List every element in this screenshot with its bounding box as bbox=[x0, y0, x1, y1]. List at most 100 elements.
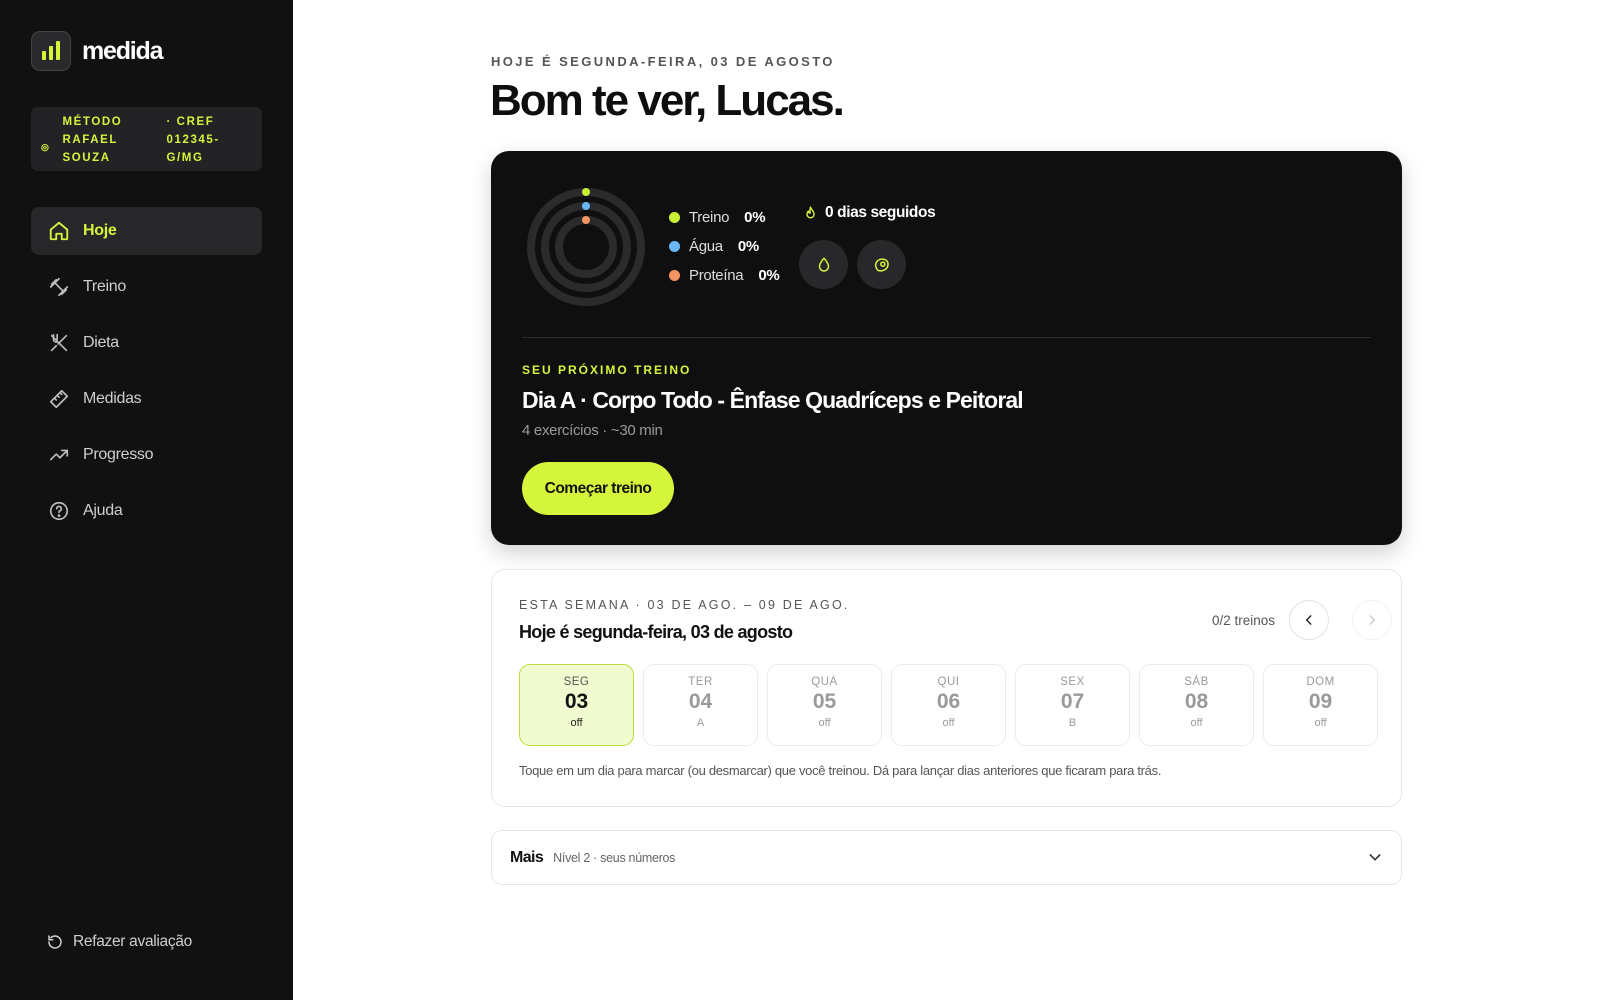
log-protein-button[interactable] bbox=[857, 240, 906, 289]
day-sex[interactable]: SEX 07 B bbox=[1015, 664, 1130, 746]
day-name: DOM bbox=[1306, 676, 1335, 688]
next-workout-meta: 4 exercícios · ~30 min bbox=[522, 422, 663, 439]
day-tag: off bbox=[570, 717, 583, 729]
day-tag: B bbox=[1068, 717, 1077, 729]
day-qui[interactable]: QUI 06 off bbox=[891, 664, 1006, 746]
day-tag: off bbox=[942, 717, 955, 729]
streak-text: 0 dias seguidos bbox=[825, 204, 936, 221]
sidebar-item-progresso[interactable]: Progresso bbox=[31, 431, 262, 479]
home-icon bbox=[49, 221, 69, 241]
day-dom[interactable]: DOM 09 off bbox=[1263, 664, 1378, 746]
day-date: 06 bbox=[936, 690, 961, 713]
stat-value: 0% bbox=[737, 238, 759, 255]
sidebar-item-label: Progresso bbox=[83, 446, 154, 463]
more-title: Mais bbox=[510, 848, 544, 866]
stat-label: Proteína bbox=[689, 267, 744, 284]
sidebar-item-medidas[interactable]: Medidas bbox=[31, 375, 262, 423]
dumbbell-icon bbox=[49, 277, 69, 297]
day-tag: off bbox=[818, 717, 831, 729]
divider bbox=[522, 337, 1371, 338]
stat-proteina: Proteína 0% bbox=[669, 261, 780, 290]
day-name: QUA bbox=[811, 676, 838, 688]
day-name: SEG bbox=[563, 676, 590, 688]
daily-stats: Treino 0% Água 0% Proteína 0% bbox=[669, 203, 780, 290]
chevron-left-icon bbox=[1305, 615, 1312, 625]
coach-card: ◎ MÉTODO RAFAEL SOUZA · CREF 012345-G/MG bbox=[31, 107, 262, 171]
steak-icon bbox=[874, 257, 889, 272]
week-title: Hoje é segunda-feira, 03 de agosto bbox=[519, 622, 793, 642]
next-workout-title: Dia A · Corpo Todo - Ênfase Quadríceps e… bbox=[522, 387, 1024, 413]
page-title: Bom te ver, Lucas. bbox=[490, 76, 845, 125]
day-ter[interactable]: TER 04 A bbox=[643, 664, 758, 746]
sidebar-nav: Hoje Treino Dieta Medidas Progresso Ajud… bbox=[31, 207, 262, 543]
proteina-dot-icon bbox=[669, 270, 680, 281]
day-sab[interactable]: SÁB 08 off bbox=[1139, 664, 1254, 746]
agua-dot-icon bbox=[669, 241, 680, 252]
sidebar-item-label: Hoje bbox=[83, 222, 117, 239]
today-summary-card: Treino 0% Água 0% Proteína 0% 0 dias seg… bbox=[491, 151, 1402, 545]
chevron-down-icon bbox=[1369, 854, 1381, 861]
coach-name: MÉTODO RAFAEL SOUZA bbox=[62, 116, 123, 164]
sidebar: medida ◎ MÉTODO RAFAEL SOUZA · CREF 0123… bbox=[0, 0, 293, 1000]
sidebar-item-ajuda[interactable]: Ajuda bbox=[31, 487, 262, 535]
week-days: SEG 03 off TER 04 A QUA 05 off QUI 06 of… bbox=[519, 664, 1378, 746]
sidebar-item-label: Dieta bbox=[83, 334, 119, 351]
day-name: SÁB bbox=[1184, 676, 1209, 688]
more-subtitle: Nível 2 · seus números bbox=[553, 850, 676, 865]
day-date: 07 bbox=[1060, 690, 1085, 713]
treino-dot-icon bbox=[669, 212, 680, 223]
redo-assessment-button[interactable]: Refazer avaliação bbox=[46, 933, 192, 951]
log-water-button[interactable] bbox=[799, 240, 848, 289]
utensils-icon bbox=[50, 333, 68, 352]
app-name: medida bbox=[82, 36, 164, 65]
chevron-right-icon bbox=[1369, 615, 1376, 625]
date-line: HOJE É SEGUNDA-FEIRA, 03 DE AGOSTO bbox=[491, 54, 835, 69]
coach-cref: · CREF 012345-G/MG bbox=[166, 116, 220, 164]
sidebar-item-hoje[interactable]: Hoje bbox=[31, 207, 262, 255]
trending-up-icon bbox=[49, 449, 69, 461]
activity-rings bbox=[527, 188, 645, 306]
app-logo[interactable]: medida bbox=[31, 31, 164, 71]
day-date: 08 bbox=[1184, 690, 1209, 713]
previous-week-button[interactable] bbox=[1289, 600, 1329, 640]
stat-value: 0% bbox=[758, 267, 780, 284]
sidebar-item-label: Medidas bbox=[83, 390, 142, 407]
more-accordion[interactable]: Mais Nível 2 · seus números bbox=[491, 830, 1402, 885]
day-name: QUI bbox=[937, 676, 960, 688]
next-workout-label: SEU PRÓXIMO TREINO bbox=[522, 363, 692, 377]
stat-value: 0% bbox=[744, 209, 766, 226]
coach-status-icon: ◎ bbox=[41, 142, 51, 152]
flame-icon bbox=[806, 205, 815, 218]
day-date: 04 bbox=[688, 690, 713, 713]
streak-counter: 0 dias seguidos bbox=[802, 204, 936, 222]
week-hint: Toque em um dia para marcar (ou desmarca… bbox=[519, 763, 1162, 778]
start-workout-button[interactable]: Começar treino bbox=[522, 462, 674, 515]
help-circle-icon bbox=[49, 501, 69, 521]
water-drop-icon bbox=[818, 257, 829, 272]
week-range-label: ESTA SEMANA · 03 DE AGO. – 09 DE AGO. bbox=[519, 598, 850, 612]
rotate-icon bbox=[48, 935, 62, 949]
sidebar-item-label: Ajuda bbox=[83, 502, 123, 519]
redo-assessment-label: Refazer avaliação bbox=[73, 933, 192, 950]
day-tag: off bbox=[1314, 717, 1327, 729]
day-date: 05 bbox=[812, 690, 837, 713]
day-tag: A bbox=[696, 717, 705, 729]
day-qua[interactable]: QUA 05 off bbox=[767, 664, 882, 746]
sidebar-item-dieta[interactable]: Dieta bbox=[31, 319, 262, 367]
week-tracker-card: ESTA SEMANA · 03 DE AGO. – 09 DE AGO. Ho… bbox=[491, 569, 1402, 807]
day-name: SEX bbox=[1060, 676, 1085, 688]
day-date: 09 bbox=[1308, 690, 1333, 713]
sidebar-item-label: Treino bbox=[83, 278, 126, 295]
quick-log-buttons bbox=[799, 240, 906, 289]
day-name: TER bbox=[688, 676, 713, 688]
day-date: 03 bbox=[564, 690, 589, 713]
day-seg[interactable]: SEG 03 off bbox=[519, 664, 634, 746]
week-workout-count: 0/2 treinos bbox=[1212, 613, 1276, 628]
stat-agua: Água 0% bbox=[669, 232, 779, 261]
sidebar-item-treino[interactable]: Treino bbox=[31, 263, 262, 311]
next-week-button[interactable] bbox=[1352, 600, 1392, 640]
stat-label: Treino bbox=[689, 209, 730, 226]
day-tag: off bbox=[1190, 717, 1203, 729]
bar-chart-icon bbox=[31, 31, 71, 71]
ruler-icon bbox=[49, 389, 69, 409]
